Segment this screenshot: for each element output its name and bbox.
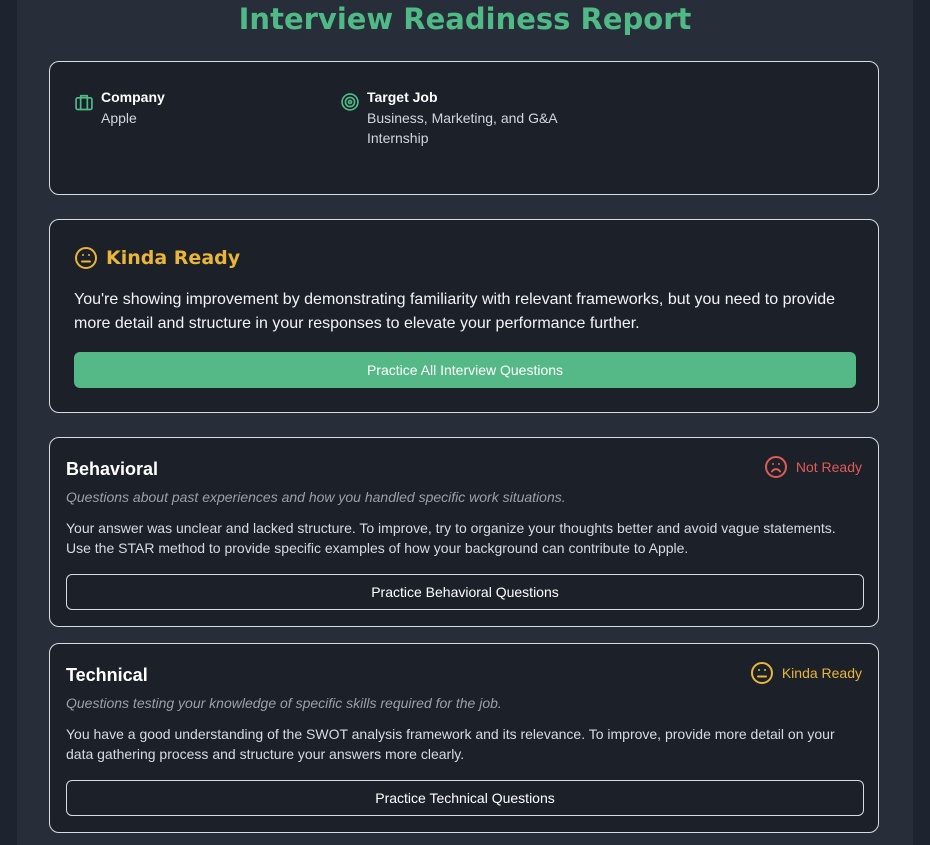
- technical-title: Technical: [66, 665, 148, 685]
- job-info-card: Company Apple Target Job Business, Marke…: [49, 61, 879, 195]
- behavioral-card: Behavioral Not Ready Questions about pas…: [49, 437, 879, 627]
- technical-status-label: Kinda Ready: [781, 665, 862, 681]
- sad-face-icon: [764, 456, 787, 478]
- target-job-value: Business, Marketing, and G&A Internship: [367, 110, 557, 146]
- overall-status-label: Kinda Ready: [106, 247, 241, 269]
- practice-behavioral-button[interactable]: Practice Behavioral Questions: [66, 574, 864, 610]
- behavioral-title: Behavioral: [66, 459, 159, 479]
- behavioral-description: Questions about past experiences and how…: [66, 489, 566, 505]
- neutral-face-icon: [750, 662, 773, 684]
- technical-description: Questions testing your knowledge of spec…: [66, 695, 502, 711]
- target-job-label: Target Job: [367, 89, 438, 105]
- behavioral-status-label: Not Ready: [795, 459, 862, 475]
- company-label: Company: [101, 89, 165, 105]
- overall-readiness-card: Kinda Ready You're showing improvement b…: [49, 219, 879, 413]
- technical-feedback: You have a good understanding of the SWO…: [66, 726, 835, 762]
- behavioral-status: Not Ready: [764, 455, 862, 479]
- page-title: Interview Readiness Report: [238, 2, 692, 36]
- neutral-face-icon: [75, 247, 97, 269]
- briefcase-icon: [75, 94, 93, 111]
- practice-technical-button[interactable]: Practice Technical Questions: [66, 780, 864, 816]
- target-icon: [341, 93, 359, 111]
- practice-all-questions-button[interactable]: Practice All Interview Questions: [74, 352, 856, 388]
- overall-summary: You're showing improvement by demonstrat…: [74, 291, 836, 332]
- behavioral-feedback: Your answer was unclear and lacked struc…: [66, 520, 836, 556]
- company-value: Apple: [101, 110, 137, 126]
- technical-card: Technical Kinda Ready Questions testing …: [49, 643, 879, 833]
- technical-status: Kinda Ready: [750, 661, 862, 685]
